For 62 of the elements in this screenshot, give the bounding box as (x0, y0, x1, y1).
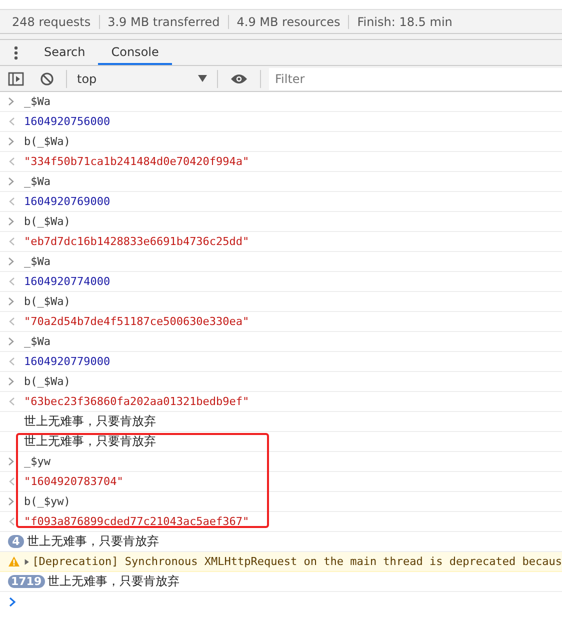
output-chevron-icon (8, 317, 15, 326)
console-text: b(_$Wa) (24, 295, 70, 308)
console-text: b(_$Wa) (24, 135, 70, 148)
console-text: b(_$yw) (24, 495, 70, 508)
input-chevron-icon (8, 257, 15, 266)
output-chevron-icon (8, 517, 15, 526)
output-chevron-icon (8, 277, 15, 286)
expand-triangle-icon[interactable] (24, 558, 30, 566)
console-text: 世上无难事，只要肯放弃 (24, 433, 156, 450)
summary-text: Finish: 18.5 min (356, 14, 454, 28)
dropdown-caret-icon (198, 75, 207, 82)
output-chevron-icon (8, 157, 15, 166)
warning-icon (8, 556, 20, 567)
console-text: _$yw (24, 455, 50, 468)
console-text: _$Wa (24, 255, 50, 268)
summary-text: 3.9 MB transferred (100, 14, 229, 28)
warning-message: [Deprecation] Synchronous XMLHttpRequest on the main thread is deprecated becaus (32, 555, 562, 568)
output-chevron-icon (8, 117, 15, 126)
console-text: "63bec23f36860fa202aa01321bedb9ef" (24, 395, 250, 408)
console-text: 1604920774000 (24, 275, 110, 288)
console-text: 世上无难事，只要肯放弃 (24, 413, 156, 430)
repeat-count-badge: 4 (8, 535, 24, 548)
input-chevron-icon (8, 337, 15, 346)
output-chevron-icon (8, 197, 15, 206)
console-text: "70a2d54b7de4f51187ce500630e330ea" (24, 315, 250, 328)
input-chevron-icon (8, 177, 15, 186)
input-chevron-icon (8, 97, 15, 106)
console-text: _$Wa (24, 175, 50, 188)
input-chevron-icon (8, 497, 15, 506)
sidebar-toggle-icon[interactable] (8, 72, 24, 86)
summary-text: 248 requests (4, 14, 100, 28)
more-icon[interactable] (14, 46, 18, 60)
console-text: b(_$Wa) (24, 375, 70, 388)
output-chevron-icon (8, 397, 15, 406)
input-chevron-icon (8, 217, 15, 226)
clear-icon[interactable] (40, 72, 54, 86)
output-chevron-icon (8, 477, 15, 486)
input-chevron-icon (8, 137, 15, 146)
console-text: "f093a876899cded77c21043ac5aef367" (24, 515, 250, 528)
console-text: _$Wa (24, 335, 50, 348)
eye-icon[interactable] (230, 72, 248, 84)
console-text: 世上无难事，只要肯放弃 (48, 573, 180, 590)
output-chevron-icon (8, 237, 15, 246)
input-chevron-icon (8, 457, 15, 466)
console-text: "334f50b71ca1b241484d0e70420f994a" (24, 155, 250, 168)
console-text: b(_$Wa) (24, 215, 70, 228)
drawer-tab[interactable]: Search (31, 40, 98, 65)
summary-text: 4.9 MB resources (228, 14, 350, 28)
console-text: 1604920756000 (24, 115, 110, 128)
prompt-chevron-icon[interactable] (9, 597, 16, 607)
console-text: "1604920783704" (24, 475, 124, 488)
input-chevron-icon (8, 377, 15, 386)
console-text: 1604920779000 (24, 355, 110, 368)
console-text: "eb7d7dc16b1428833e6691b4736c25dd" (24, 235, 250, 248)
filter-field[interactable]: Filter (269, 68, 562, 90)
console-text: 1604920769000 (24, 195, 110, 208)
input-chevron-icon (8, 297, 15, 306)
console-text: _$Wa (24, 95, 50, 108)
repeat-count-badge: 1719 (8, 575, 45, 588)
console-text: 世上无难事，只要肯放弃 (27, 533, 159, 550)
context-dropdown[interactable]: top (71, 72, 213, 86)
output-chevron-icon (8, 357, 15, 366)
